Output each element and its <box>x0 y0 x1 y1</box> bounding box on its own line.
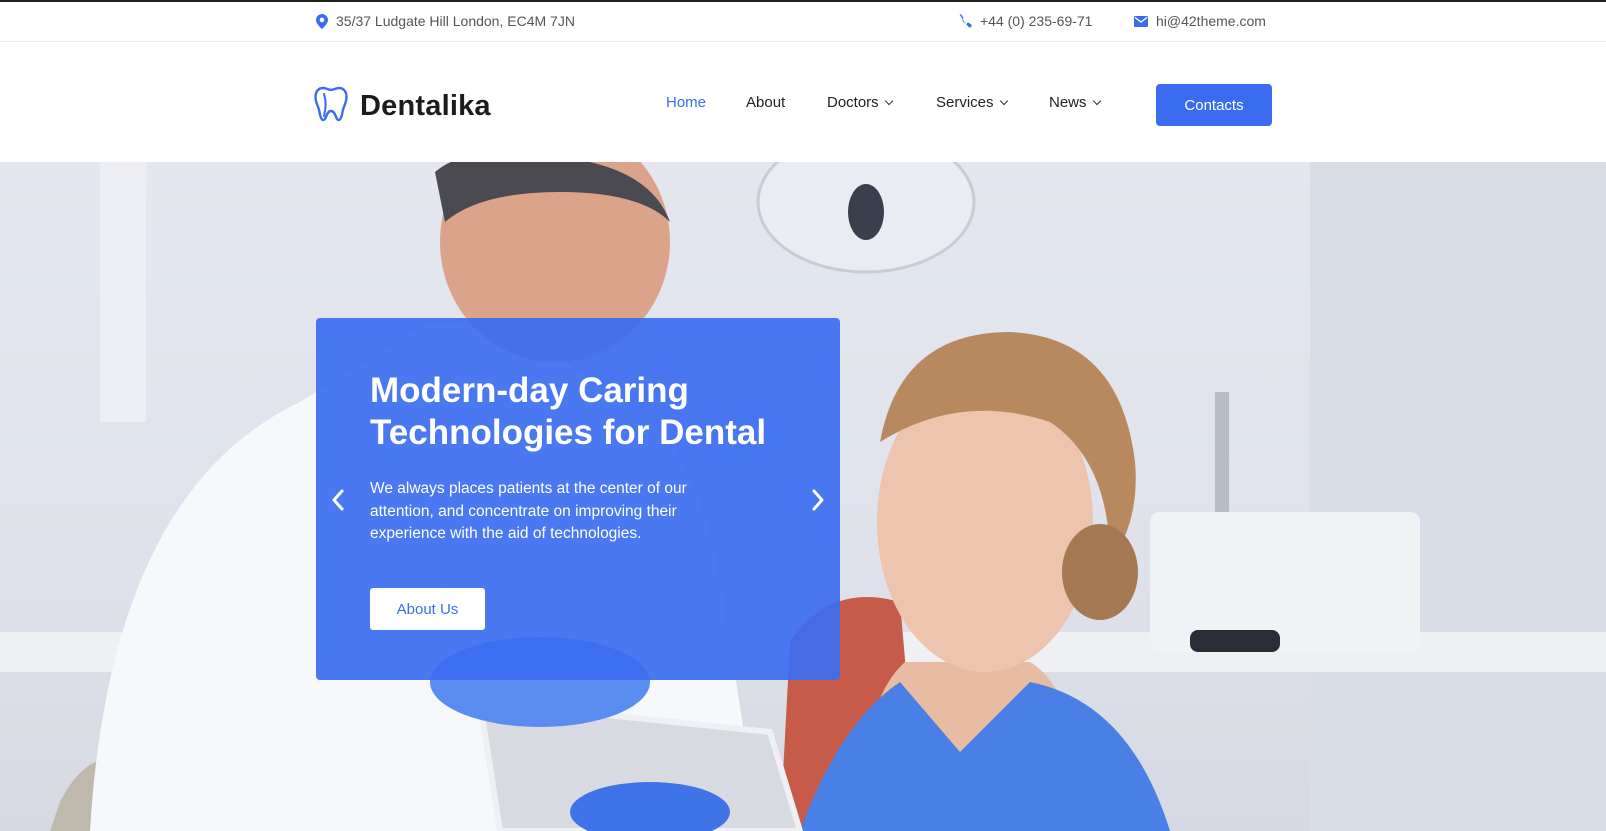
nav-item-services[interactable]: Services <box>936 94 1049 111</box>
nav-item-label: Home <box>666 94 707 111</box>
nav-item-news[interactable]: News <box>1049 94 1119 111</box>
hero-slide-card: Modern-day Caring Technologies for Denta… <box>316 318 840 680</box>
brand-name: Dentalika <box>360 90 491 122</box>
hero-description: We always places patients at the center … <box>370 480 687 542</box>
nav-item-label: News <box>1049 94 1087 111</box>
slider-next-button[interactable] <box>804 486 832 514</box>
hero-slider: Modern-day Caring Technologies for Denta… <box>0 162 1606 831</box>
main-header: Dentalika Home About Doctors Services Ne… <box>0 42 1606 162</box>
phone-icon <box>958 14 972 28</box>
top-info-bar: 35/37 Ludgate Hill London, EC4M 7JN +44 … <box>0 0 1606 42</box>
main-nav: Home About Doctors Services News <box>666 94 1119 111</box>
email-text[interactable]: hi@42theme.com <box>1156 13 1266 29</box>
email-item[interactable]: hi@42theme.com <box>1134 13 1266 29</box>
chevron-down-icon <box>884 96 893 105</box>
tooth-logo-icon <box>314 86 348 127</box>
nav-item-label: About <box>746 94 786 111</box>
address-text: 35/37 Ludgate Hill London, EC4M 7JN <box>336 13 575 29</box>
chevron-down-icon <box>999 96 1008 105</box>
hero-title: Modern-day Caring Technologies for Denta… <box>370 371 767 452</box>
chevron-right-icon <box>812 489 824 511</box>
nav-item-about[interactable]: About <box>746 94 827 111</box>
about-us-button[interactable]: About Us <box>370 588 485 630</box>
nav-item-label: Doctors <box>827 94 879 111</box>
phone-text[interactable]: +44 (0) 235-69-71 <box>980 13 1092 29</box>
slider-prev-button[interactable] <box>324 486 352 514</box>
phone-item[interactable]: +44 (0) 235-69-71 <box>958 13 1092 29</box>
map-pin-icon <box>316 13 328 29</box>
site-logo[interactable]: Dentalika <box>314 86 491 127</box>
chevron-down-icon <box>1092 96 1101 105</box>
nav-item-doctors[interactable]: Doctors <box>827 94 936 111</box>
envelope-icon <box>1134 15 1148 27</box>
nav-item-label: Services <box>936 94 994 111</box>
contacts-button[interactable]: Contacts <box>1156 84 1272 126</box>
address-item: 35/37 Ludgate Hill London, EC4M 7JN <box>316 13 575 29</box>
nav-item-home[interactable]: Home <box>666 94 746 111</box>
chevron-left-icon <box>332 489 344 511</box>
